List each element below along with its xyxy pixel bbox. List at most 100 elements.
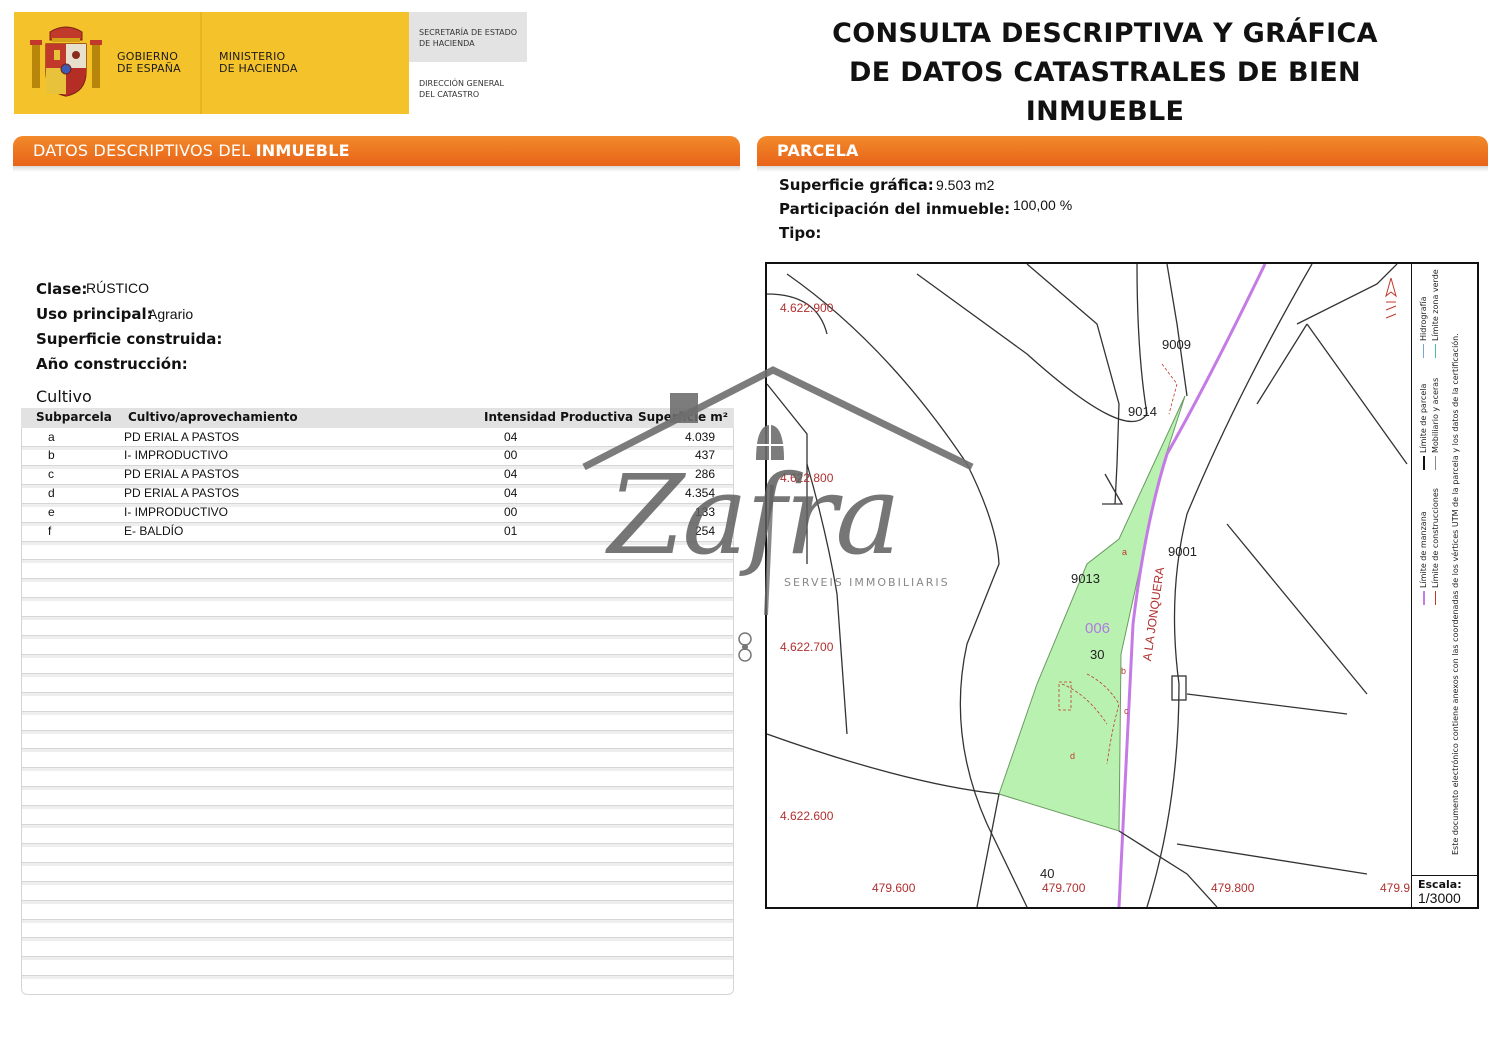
table-row-shade [22,825,733,828]
legend-item: Mobiliario y aceras [1431,378,1440,470]
table-row-shade [22,882,733,885]
parcel-id-label: 9001 [1168,544,1197,559]
descriptive-section-header: DATOS DESCRIPTIVOS DEL INMUEBLE [13,136,740,166]
parcel-id-label: 9009 [1162,337,1191,352]
clase-label: Clase: [36,280,88,298]
y-tick-label: 4.622.600 [780,809,834,823]
intensidad-cell: 04 [504,430,518,444]
legend-label: Límite de construcciones [1431,488,1440,588]
x-tick-label: 479.800 [1211,881,1255,895]
table-row-shade [22,674,733,677]
superficie-grafica-label: Superficie gráfica: [779,176,934,194]
scale-value: 1/3000 [1418,890,1461,906]
legend-swatch [1422,456,1425,470]
parcel-id-label: 9014 [1128,404,1157,419]
table-row-shade [22,957,733,960]
participacion-label: Participación del inmueble: [779,200,1011,218]
table-row-shade [22,863,733,866]
uso-label: Uso principal: [36,305,153,323]
table-row-shade [22,976,733,979]
x-tick-label: 479.600 [872,881,916,895]
cultivo-cell: PD ERIAL A PASTOS [124,486,240,500]
legend-note: Este documento electrónico contiene anex… [1451,333,1460,855]
legend-label: Límite zona verde [1431,269,1440,341]
legend-label: Límite de manzana [1419,511,1428,588]
document-title: CONSULTA DESCRIPTIVA Y GRÁFICA DE DATOS … [780,14,1430,131]
parcela-section-header: PARCELA [757,136,1488,166]
descriptive-header-shadow [13,166,740,172]
subparcela-cell: e [48,505,55,519]
tipo-label: Tipo: [779,224,822,242]
table-row-shade [22,712,733,715]
table-row-shade [22,844,733,847]
subparcela-cell: a [48,430,55,444]
secretary-line2: DE HACIENDA [419,39,475,48]
direction-line1: DIRECCIÓN GENERAL [419,79,504,88]
secretary-line1: SECRETARÍA DE ESTADO [419,28,518,37]
cultivo-cell: I- IMPRODUCTIVO [124,505,228,519]
legend-label: Hidrografía [1419,296,1428,341]
subparcela-cell: b [48,448,55,462]
subparcela-cell: c [48,467,54,481]
legend-item: Hidrografía [1419,296,1428,358]
col-header-subparcela: Subparcela [36,410,112,424]
cultivo-cell: PD ERIAL A PASTOS [124,467,240,481]
gov-name-line2: DE ESPAÑA [117,62,181,75]
table-row-shade [22,731,733,734]
table-row-shade [22,636,733,639]
participacion-value: 100,00 % [1013,197,1073,213]
legend-label: Límite de parcela [1419,383,1428,453]
cultivo-cell: E- BALDÍO [124,524,184,538]
ministry-line2: DE HACIENDA [219,62,298,75]
north-arrow-icon [1385,278,1397,319]
parcel-id-label: 30 [1090,647,1105,662]
x-tick-label: 479.9 [1380,881,1411,895]
direction-line2: DEL CATASTRO [419,90,480,99]
watermark-tagline: SERVEIS IMMOBILIARIS [784,576,950,589]
intensidad-cell: 04 [504,467,518,481]
cultivo-cell: PD ERIAL A PASTOS [124,430,240,444]
legend-swatch [1422,591,1425,605]
table-row-shade [22,901,733,904]
table-row-shade [22,787,733,790]
uso-value: Agrario [148,306,194,322]
y-tick-label: 4.622.900 [780,301,834,315]
x-tick-label: 479.700 [1042,881,1086,895]
watermark-brand: Zafra [608,451,901,579]
intensidad-cell: 04 [504,486,518,500]
table-row-shade [22,655,733,658]
legend-item: Límite de manzana [1419,511,1428,605]
legend-item: Límite de construcciones [1431,488,1440,605]
descriptive-title-bold: INMUEBLE [255,141,350,160]
y-tick-label: 4.622.700 [780,640,834,654]
subparcel-mark: b [1121,666,1127,676]
table-row-shade [22,938,733,941]
cultivo-title: Cultivo [36,387,92,406]
logo-divider [200,12,202,114]
coat-of-arms-icon [30,26,102,97]
subparcela-cell: d [48,486,55,500]
table-row-shade [22,749,733,752]
legend-swatch [1435,591,1436,605]
parcel-id-label: 40 [1040,866,1055,881]
descriptive-title-normal: DATOS DESCRIPTIVOS DEL [33,141,256,160]
parcela-header-shadow [757,166,1488,172]
table-row-shade [22,806,733,809]
legend-swatch [1435,456,1436,470]
table-row-shade [22,768,733,771]
table-row-shade [22,920,733,923]
legend-item: Límite de parcela [1419,384,1428,470]
title-line2: DE DATOS CATASTRALES DE BIEN INMUEBLE [849,57,1361,127]
intensidad-cell: 00 [504,448,518,462]
subparcel-mark: d [1070,751,1076,761]
legend-label: Mobiliario y aceras [1431,377,1440,453]
legend-item: Límite zona verde [1431,269,1440,358]
scale-divider [1411,875,1477,876]
legend-swatch [1423,344,1424,358]
col-header-cultivo: Cultivo/aprovechamiento [128,410,298,424]
legend-divider [1411,264,1412,907]
subparcela-cell: f [48,524,52,538]
title-line1: CONSULTA DESCRIPTIVA Y GRÁFICA [832,18,1378,49]
parcel-code-label: 006 [1085,620,1111,637]
intensidad-cell: 01 [504,524,518,538]
